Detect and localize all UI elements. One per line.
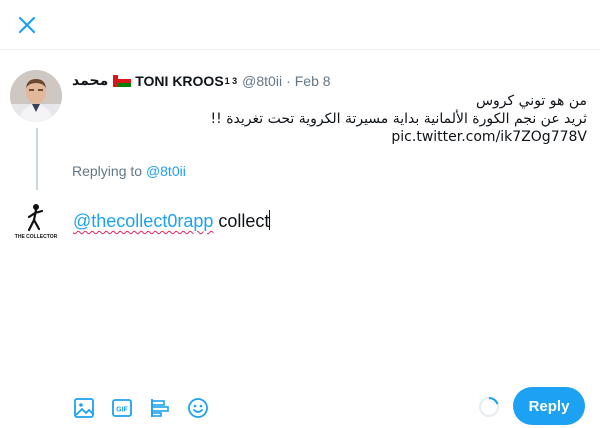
oman-flag-icon (113, 74, 132, 87)
image-icon (74, 398, 94, 418)
compose-mention: @thecollect0rapp (73, 211, 214, 231)
user-avatar-logo[interactable]: THE COLLECTOR (12, 200, 60, 242)
replying-to: Replying to @8t0ii (72, 163, 186, 179)
add-poll-button[interactable] (148, 396, 172, 420)
modal-header (0, 0, 600, 50)
separator-dot: · (286, 72, 291, 89)
tweet-date[interactable]: Feb 8 (295, 73, 331, 89)
avatar[interactable] (10, 70, 62, 122)
tweet-line-1: من هو توني كروس (475, 93, 587, 109)
compose-input[interactable]: @thecollect0rapp collect (73, 210, 271, 232)
add-gif-button[interactable]: GIF (110, 396, 134, 420)
replying-mention[interactable]: @8t0ii (146, 163, 186, 179)
close-button[interactable] (10, 8, 44, 42)
tweet-text: من هو توني كروس ثريد عن نجم الكورة الألم… (210, 92, 587, 146)
logo-caption: THE COLLECTOR (15, 234, 58, 240)
poll-icon (151, 399, 169, 417)
author-name-suffix[interactable]: TONI KROOS (135, 73, 223, 89)
tweet-line-2: ثريد عن نجم الكورة الألمانية بداية مسيرت… (210, 111, 587, 127)
replying-prefix: Replying to (72, 163, 143, 179)
author-superscript: 1 3 (224, 75, 238, 86)
close-icon (18, 16, 36, 34)
text-caret (269, 210, 271, 230)
gif-icon: GIF (112, 399, 132, 417)
add-image-button[interactable] (72, 396, 96, 420)
emoji-icon (188, 398, 208, 418)
thread-line (36, 128, 38, 190)
compose-toolbar: GIF (72, 396, 210, 420)
author-display-name[interactable]: محمد (72, 72, 108, 89)
tweet-author-row: محمد TONI KROOS 1 3 @8t0ii · Feb 8 (72, 72, 331, 89)
add-emoji-button[interactable] (186, 396, 210, 420)
character-counter (479, 396, 499, 417)
reply-button[interactable]: Reply (513, 387, 585, 425)
tweet-media-link[interactable]: pic.twitter.com/ik7ZOg778V (280, 128, 587, 146)
author-handle[interactable]: @8t0ii (242, 73, 282, 89)
svg-text:GIF: GIF (116, 407, 128, 414)
compose-text: collect (218, 211, 270, 231)
